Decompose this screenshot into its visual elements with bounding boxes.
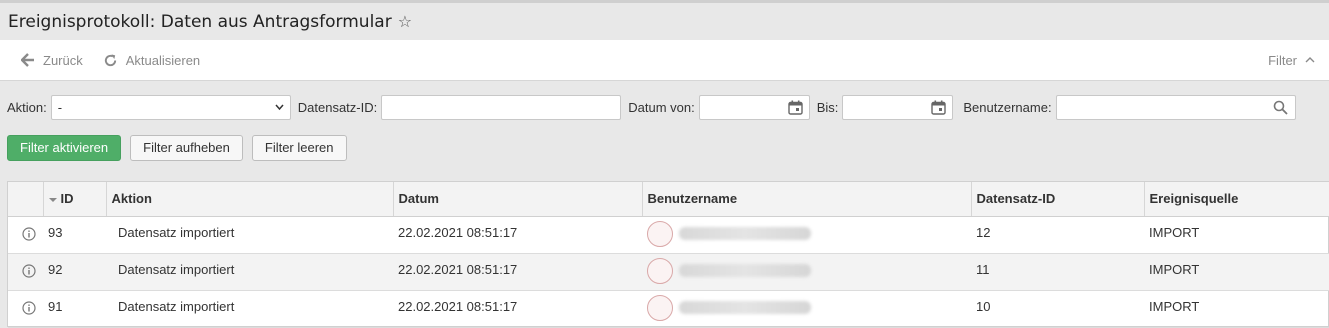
table-row[interactable]: 92 Datensatz importiert 22.02.2021 08:51… [8,253,1329,291]
table-row[interactable]: 91 Datensatz importiert 22.02.2021 08:51… [8,290,1329,328]
info-icon[interactable] [22,263,36,278]
date-cell: 22.02.2021 08:51:17 [393,290,642,328]
column-header-action[interactable]: Aktion [106,182,394,217]
filter-row: Aktion: - Datensatz-ID: Datum von: Bis: … [0,94,1329,120]
page-title: Ereignisprotokoll: Daten aus Antragsform… [8,11,392,32]
info-column-header [8,182,44,217]
id-cell: 93 [43,216,106,254]
calendar-icon[interactable] [931,100,947,115]
table-header-row: ID Aktion Datum Benutzername Datensatz-I… [8,182,1329,217]
info-icon[interactable] [22,226,36,241]
column-header-date[interactable]: Datum [393,182,643,217]
filter-toggle[interactable]: Filter [1268,53,1315,68]
title-bar: Ereignisprotokoll: Daten aus Antragsform… [0,0,1329,40]
record-id-cell: 12 [971,216,1144,254]
record-id-input[interactable] [381,94,622,120]
back-button[interactable]: Zurück [20,52,83,68]
table-row[interactable]: 93 Datensatz importiert 22.02.2021 08:51… [8,216,1329,254]
avatar [647,220,673,247]
date-from-input[interactable] [698,94,810,120]
username-search-input[interactable] [1055,94,1296,120]
chevron-up-icon [1305,57,1315,63]
info-cell [8,253,43,291]
blurred-username [679,263,811,277]
id-cell: 92 [43,253,106,291]
clear-filter-button[interactable]: Filter leeren [251,135,347,161]
source-cell: IMPORT [1144,290,1329,328]
star-icon[interactable]: ☆ [398,12,412,32]
info-icon[interactable] [22,300,36,315]
avatar [647,294,673,321]
chevron-down-icon [275,104,284,110]
calendar-icon[interactable] [788,100,803,115]
source-cell: IMPORT [1144,216,1329,254]
column-header-source[interactable]: Ereignisquelle [1144,182,1329,217]
column-header-username[interactable]: Benutzername [642,182,972,217]
id-cell: 91 [43,290,106,328]
avatar [647,257,673,284]
date-cell: 22.02.2021 08:51:17 [393,216,642,254]
blurred-username [679,226,811,240]
date-from-label: Datum von: [628,99,695,115]
action-select[interactable]: - [50,94,291,120]
date-cell: 22.02.2021 08:51:17 [393,253,642,291]
date-to-input[interactable] [842,94,954,120]
action-select-value: - [57,99,63,115]
toolbar: Zurück Aktualisieren Filter [0,40,1329,81]
remove-filter-button[interactable]: Filter aufheben [130,135,243,161]
refresh-button[interactable]: Aktualisieren [103,52,200,68]
action-cell: Datensatz importiert [106,253,393,291]
filter-toggle-label: Filter [1268,52,1297,68]
filter-button-row: Filter aktivieren Filter aufheben Filter… [7,135,347,161]
column-header-id[interactable]: ID [43,182,107,217]
record-id-filter-label: Datensatz-ID: [297,99,378,115]
record-id-cell: 10 [971,290,1144,328]
back-label: Zurück [43,52,83,68]
action-cell: Datensatz importiert [106,216,393,254]
action-cell: Datensatz importiert [106,290,393,328]
username-cell [642,216,971,254]
info-cell [8,216,43,254]
username-filter-label: Benutzername: [963,99,1052,115]
source-cell: IMPORT [1144,253,1329,291]
arrow-left-icon [20,52,36,68]
sort-desc-icon [48,197,57,202]
column-header-record-id[interactable]: Datensatz-ID [971,182,1145,217]
date-to-label: Bis: [816,99,839,115]
info-cell [8,290,43,328]
refresh-label: Aktualisieren [125,52,201,68]
action-filter-label: Aktion: [7,99,47,115]
refresh-icon [103,52,119,68]
record-id-cell: 11 [971,253,1144,291]
activate-filter-button[interactable]: Filter aktivieren [7,135,122,161]
search-icon[interactable] [1273,100,1288,115]
username-cell [642,290,971,328]
blurred-username [679,300,811,314]
event-log-table: ID Aktion Datum Benutzername Datensatz-I… [7,181,1329,328]
username-cell [642,253,971,291]
